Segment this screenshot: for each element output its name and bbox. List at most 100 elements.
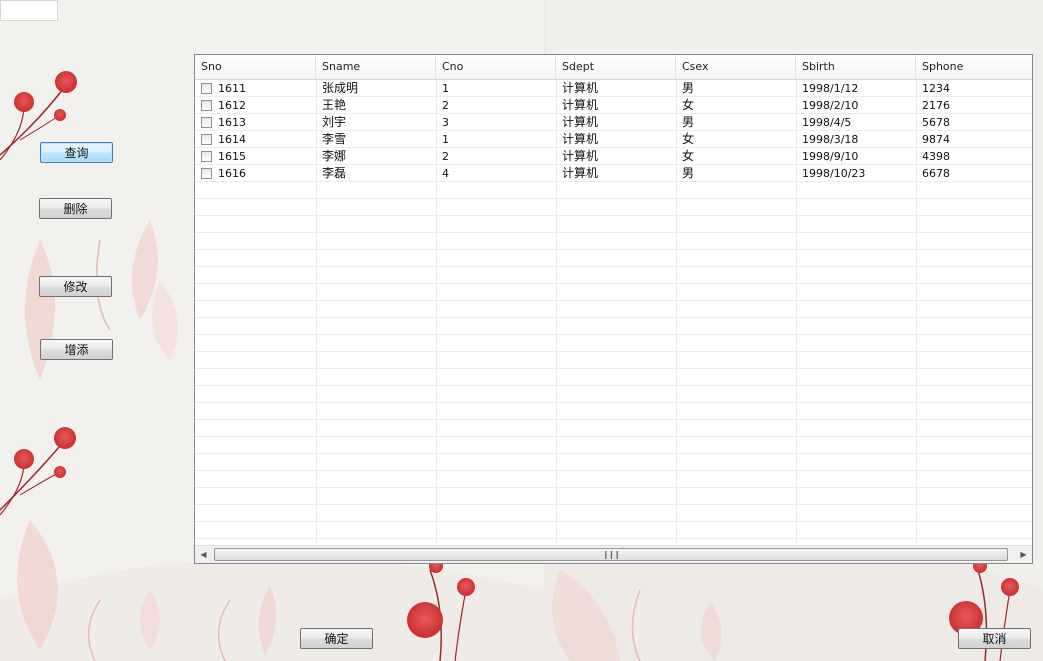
csex-cell: 女 [682,98,695,112]
grid-line [195,334,1032,335]
table-row[interactable]: 1616 李磊 4 计算机 男 1998/10/23 6678 [195,165,1032,182]
row-checkbox[interactable] [201,151,212,162]
sno-cell: 1613 [195,114,316,131]
sdept-cell: 计算机 [562,81,599,95]
sname-cell: 刘宇 [322,115,347,129]
grid-line [195,521,1032,522]
sno-cell: 1611 [195,80,316,97]
sno-cell: 1616 [195,165,316,182]
sno-cell: 1614 [195,131,316,148]
row-checkbox[interactable] [201,83,212,94]
grid-line [195,419,1032,420]
column-header-sbirth[interactable]: Sbirth [796,55,916,79]
modify-button[interactable]: 修改 [39,276,112,297]
grid-line [195,215,1032,216]
grid-line [195,300,1032,301]
cno-cell: 2 [442,99,449,112]
cno-cell: 1 [442,82,449,95]
grid-line [195,232,1032,233]
chevron-left-icon[interactable]: ◀ [195,546,212,563]
csex-cell: 男 [682,81,695,95]
column-header-sdept[interactable]: Sdept [556,55,676,79]
delete-button[interactable]: 删除 [39,198,112,219]
column-header-csex[interactable]: Csex [676,55,796,79]
sbirth-cell: 1998/10/23 [802,167,866,180]
grip-icon: ❙❙❙ [602,549,620,559]
sphone-cell: 1234 [922,82,950,95]
sname-cell: 李娜 [322,149,347,163]
grid-line [195,487,1032,488]
sdept-cell: 计算机 [562,132,599,146]
sdept-cell: 计算机 [562,166,599,180]
horizontal-scrollbar[interactable]: ◀ ❙❙❙ ▶ [195,545,1032,563]
sno-value: 1611 [218,82,246,95]
csex-cell: 女 [682,149,695,163]
sdept-cell: 计算机 [562,115,599,129]
sname-cell: 李磊 [322,166,347,180]
query-button[interactable]: 查询 [40,142,113,163]
grid-line [195,436,1032,437]
grid-line [195,504,1032,505]
column-header-sname[interactable]: Sname [316,55,436,79]
cancel-button[interactable]: 取消 [958,628,1031,649]
scrollbar-thumb[interactable]: ❙❙❙ [214,548,1008,561]
row-checkbox[interactable] [201,168,212,179]
row-checkbox[interactable] [201,100,212,111]
app-window: 查询 删除 修改 增添 Sno Sname Cno Sdept Csex Sbi… [0,0,1043,661]
sbirth-cell: 1998/4/5 [802,116,852,129]
sno-value: 1614 [218,133,246,146]
sno-value: 1616 [218,167,246,180]
grid-line [195,385,1032,386]
csex-cell: 女 [682,132,695,146]
grid-line [195,453,1032,454]
add-button[interactable]: 增添 [40,339,113,360]
sbirth-cell: 1998/3/18 [802,133,859,146]
cno-cell: 4 [442,167,449,180]
sname-cell: 王艳 [322,98,347,112]
table-row[interactable]: 1613 刘宇 3 计算机 男 1998/4/5 5678 [195,114,1032,131]
sphone-cell: 4398 [922,150,950,163]
column-header-cno[interactable]: Cno [436,55,556,79]
cno-cell: 1 [442,133,449,146]
sno-value: 1615 [218,150,246,163]
sbirth-cell: 1998/1/12 [802,82,859,95]
table-row[interactable]: 1614 李雪 1 计算机 女 1998/3/18 9874 [195,131,1032,148]
confirm-button[interactable]: 确定 [300,628,373,649]
sno-cell: 1612 [195,97,316,114]
cno-cell: 3 [442,116,449,129]
grid-line [195,266,1032,267]
sno-value: 1612 [218,99,246,112]
table-row[interactable]: 1612 王艳 2 计算机 女 1998/2/10 2176 [195,97,1032,114]
csex-cell: 男 [682,115,695,129]
sname-cell: 李雪 [322,132,347,146]
grid-line [195,351,1032,352]
column-header-sno[interactable]: Sno [195,55,316,79]
sbirth-cell: 1998/9/10 [802,150,859,163]
row-checkbox[interactable] [201,117,212,128]
sphone-cell: 9874 [922,133,950,146]
table-row[interactable]: 1615 李娜 2 计算机 女 1998/9/10 4398 [195,148,1032,165]
grid-line [195,402,1032,403]
sdept-cell: 计算机 [562,149,599,163]
student-table[interactable]: Sno Sname Cno Sdept Csex Sbirth Sphone 1… [194,54,1033,564]
table-header: Sno Sname Cno Sdept Csex Sbirth Sphone [195,55,1032,80]
sno-value: 1613 [218,116,246,129]
sphone-cell: 6678 [922,167,950,180]
grid-line [195,249,1032,250]
sname-cell: 张成明 [322,81,359,95]
grid-line [195,317,1032,318]
blank-text-box[interactable] [0,0,58,21]
grid-line [195,283,1032,284]
table-row[interactable]: 1611 张成明 1 计算机 男 1998/1/12 1234 [195,80,1032,97]
sphone-cell: 5678 [922,116,950,129]
grid-line [195,538,1032,539]
table-body: 1611 张成明 1 计算机 男 1998/1/12 1234 1612 王艳 … [195,80,1032,545]
grid-line [195,198,1032,199]
grid-line [195,470,1032,471]
chevron-right-icon[interactable]: ▶ [1015,546,1032,563]
cno-cell: 2 [442,150,449,163]
row-checkbox[interactable] [201,134,212,145]
sno-cell: 1615 [195,148,316,165]
sbirth-cell: 1998/2/10 [802,99,859,112]
column-header-sphone[interactable]: Sphone [916,55,1032,79]
